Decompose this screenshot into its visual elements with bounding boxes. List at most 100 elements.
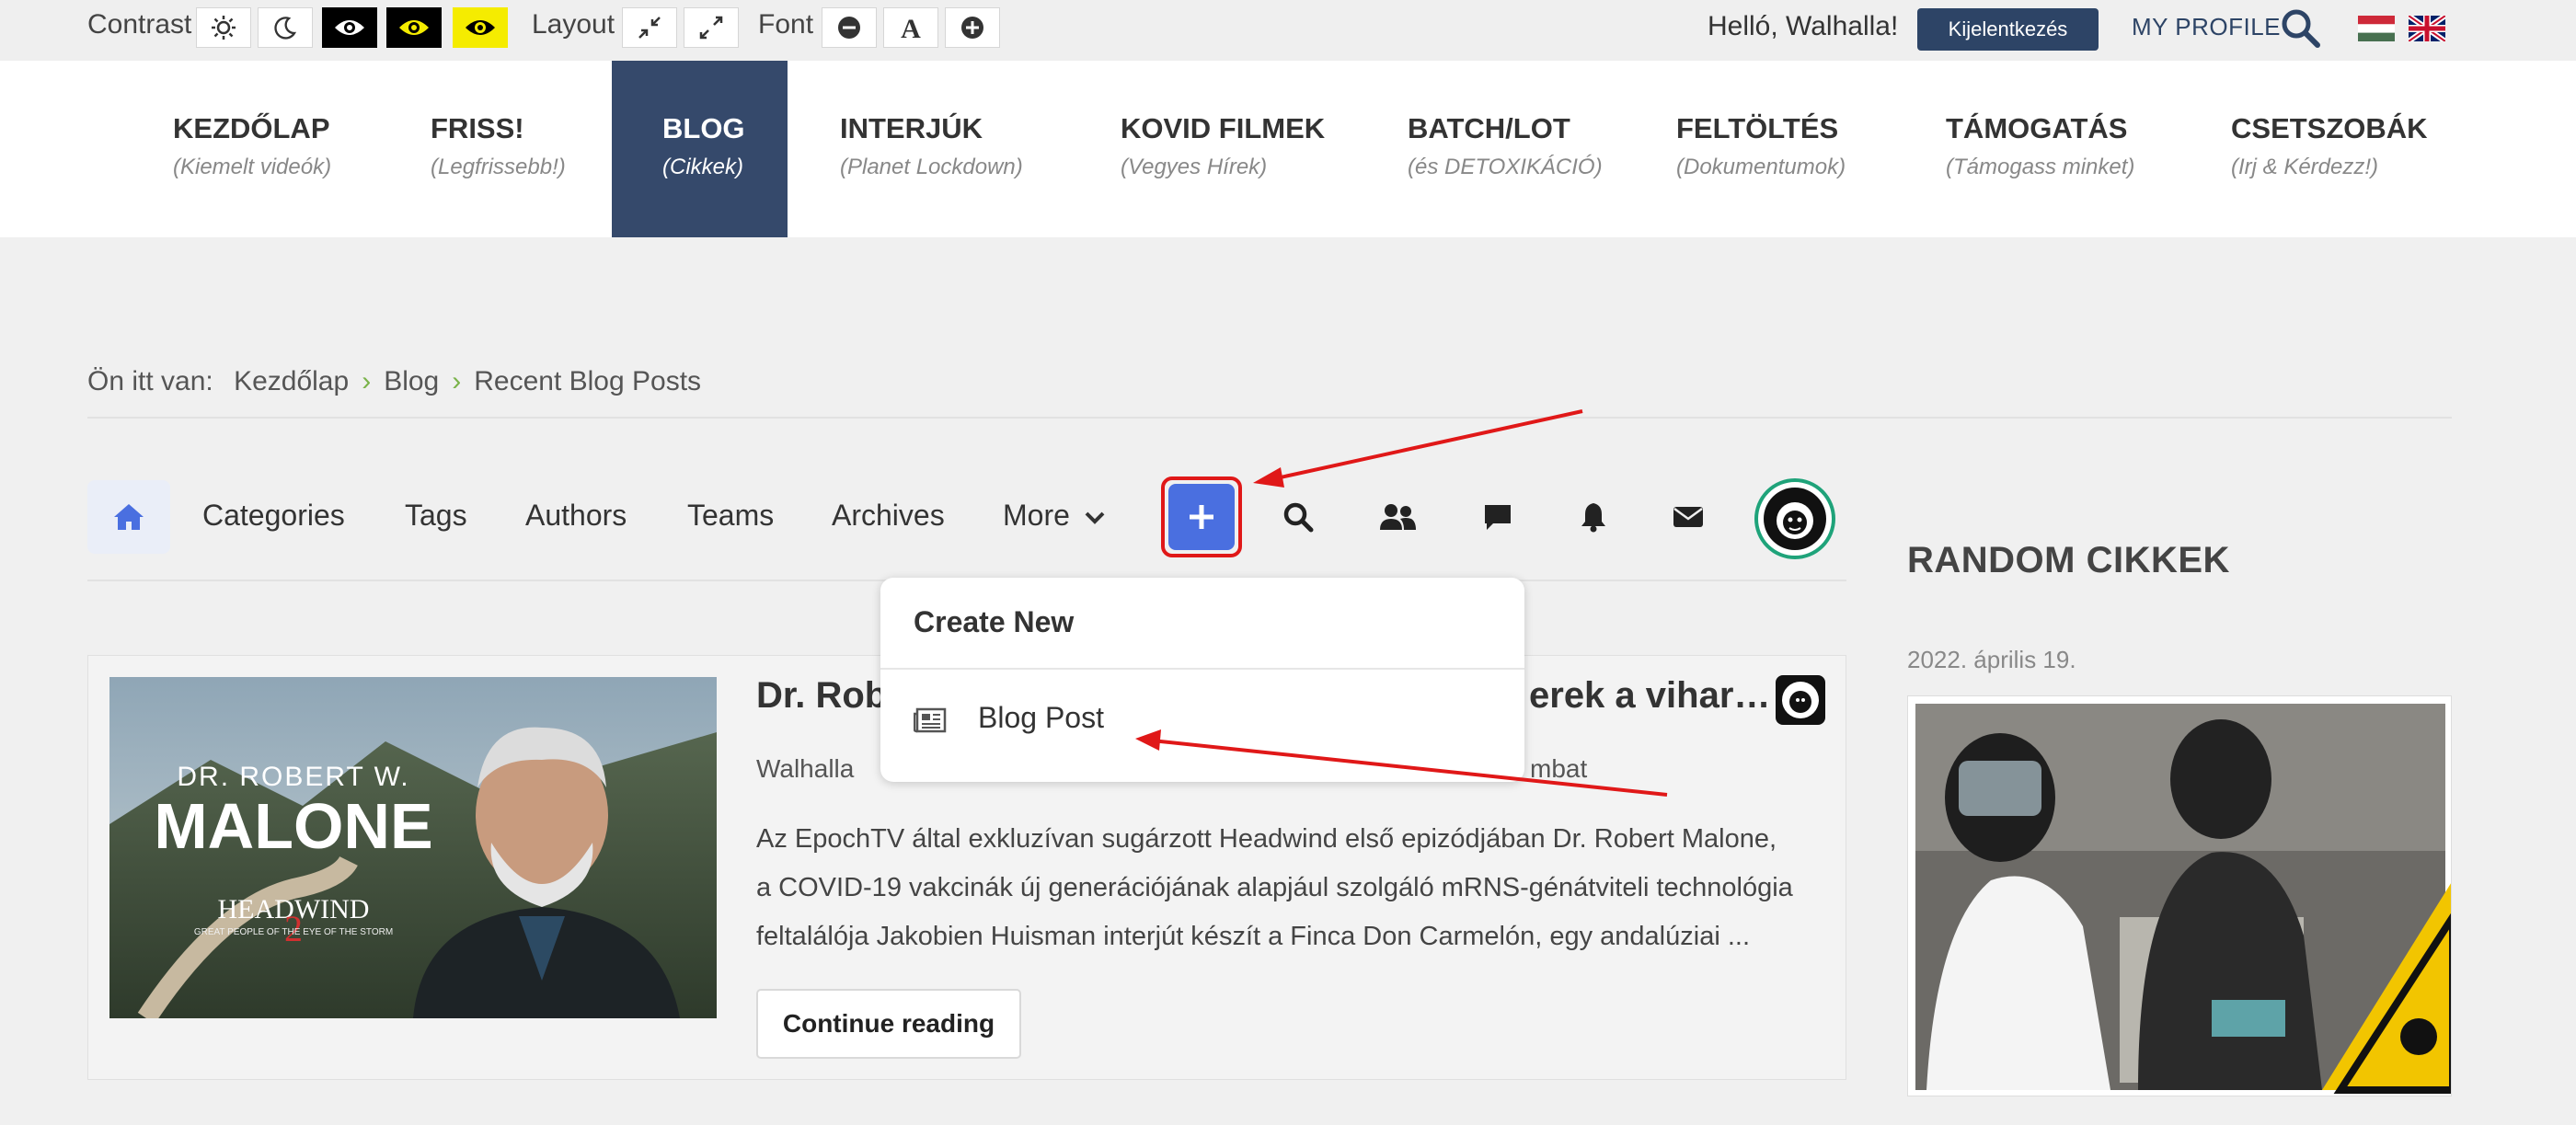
nav-item-blog[interactable]: BLOG (Cikkek): [612, 61, 788, 237]
moon-icon: [274, 17, 297, 40]
expand-icon: [699, 16, 723, 40]
nav-title: FRISS!: [431, 112, 524, 144]
avatar[interactable]: [1754, 478, 1835, 559]
nav-title: BLOG: [662, 112, 745, 144]
nav-item-csetszobak[interactable]: CSETSZOBÁK (Irj & Kérdezz!): [2231, 61, 2428, 237]
sidebar-article-image[interactable]: [1907, 695, 2452, 1096]
hungarian-flag-icon[interactable]: [2358, 16, 2395, 46]
logout-button[interactable]: Kijelentkezés: [1917, 8, 2099, 51]
minus-circle-icon: [838, 17, 860, 39]
post-author[interactable]: Walhalla: [756, 754, 854, 784]
chevron-down-icon: [1085, 511, 1105, 524]
nav-title: BATCH/LOT: [1408, 112, 1570, 144]
teams-link[interactable]: Teams: [687, 499, 774, 533]
nav-item-kovid-filmek[interactable]: KOVID FILMEK (Vegyes Hírek): [1121, 61, 1325, 237]
accessibility-toolbar: Contrast Layout Font A Helló, Walhalla! …: [0, 0, 2576, 61]
envelope-icon[interactable]: [1668, 497, 1708, 537]
increase-font-button[interactable]: [945, 7, 1000, 48]
sidebar-date: 2022. április 19.: [1907, 646, 2076, 673]
nav-title: FELTÖLTÉS: [1676, 112, 1839, 144]
post-meta[interactable]: mbat: [1530, 754, 1587, 784]
contrast-label: Contrast: [87, 9, 192, 40]
nav-title: KEZDŐLAP: [173, 112, 330, 144]
layout-label: Layout: [532, 9, 615, 40]
plus-circle-icon: [961, 17, 983, 39]
nav-item-interjuk[interactable]: INTERJÚK (Planet Lockdown): [840, 61, 1023, 237]
nav-subtitle: (Irj & Kérdezz!): [2231, 155, 2379, 179]
authors-link[interactable]: Authors: [525, 499, 627, 533]
nav-item-batch-lot[interactable]: BATCH/LOT (és DETOXIKÁCIÓ): [1408, 61, 1603, 237]
expand-layout-button[interactable]: [684, 7, 739, 48]
light-contrast-button[interactable]: [196, 7, 251, 48]
sidebar-title: RANDOM CIKKEK: [1907, 540, 2230, 580]
font-a-icon: A: [901, 14, 921, 41]
nav-subtitle: (Támogass minket): [1946, 155, 2135, 179]
thumbnail-name: MALONE: [154, 790, 433, 862]
greeting-text: Helló, Walhalla!: [1708, 11, 1899, 41]
yellow-on-black-button[interactable]: [386, 7, 442, 48]
eye-icon: [466, 20, 495, 35]
post-title-continued[interactable]: erek a vihar…: [1529, 675, 1770, 717]
nav-title: KOVID FILMEK: [1121, 112, 1326, 144]
nav-title: TÁMOGATÁS: [1946, 112, 2128, 144]
plus-icon: [1168, 484, 1235, 550]
high-contrast-button[interactable]: [322, 7, 377, 48]
thumbnail-name-top: DR. ROBERT W.: [177, 762, 410, 792]
nav-item-feltoltes[interactable]: FELTÖLTÉS (Dokumentumok): [1676, 61, 1846, 237]
nav-item-friss[interactable]: FRISS! (Legfrissebb!): [431, 61, 566, 237]
search-icon[interactable]: [1278, 497, 1318, 537]
nav-subtitle: (és DETOXIKÁCIÓ): [1408, 155, 1603, 179]
archives-link[interactable]: Archives: [832, 499, 945, 533]
eye-icon: [335, 20, 364, 35]
nav-item-tamogatas[interactable]: TÁMOGATÁS (Támogass minket): [1946, 61, 2134, 237]
nav-item-kezdolap[interactable]: KEZDŐLAP (Kiemelt videók): [173, 61, 331, 237]
nav-subtitle: (Legfrissebb!): [431, 155, 566, 179]
uk-flag-icon[interactable]: [2407, 13, 2447, 46]
lion-avatar-icon: [1764, 488, 1826, 550]
users-icon[interactable]: [1377, 497, 1418, 537]
nav-subtitle: (Dokumentumok): [1676, 155, 1846, 179]
home-icon: [114, 504, 144, 530]
divider: [880, 668, 1524, 670]
nav-title: CSETSZOBÁK: [2231, 112, 2428, 144]
breadcrumb: Ön itt van: Kezdőlap › Blog › Recent Blog Po…: [87, 366, 701, 397]
breadcrumb-item-blog[interactable]: Blog: [384, 366, 439, 396]
author-avatar[interactable]: [1776, 675, 1825, 725]
chevron-right-icon: ›: [452, 366, 462, 396]
categories-link[interactable]: Categories: [202, 499, 345, 533]
font-label: Font: [758, 9, 814, 40]
eye-icon: [399, 20, 429, 35]
chevron-right-icon: ›: [362, 366, 372, 396]
nav-title: INTERJÚK: [840, 112, 983, 144]
create-blog-post-item[interactable]: Blog Post: [880, 688, 1524, 754]
reset-font-button[interactable]: A: [883, 7, 938, 48]
search-icon[interactable]: [2280, 7, 2320, 52]
create-new-button[interactable]: [1161, 476, 1242, 557]
blog-home-button[interactable]: [87, 480, 170, 554]
dark-contrast-button[interactable]: [258, 7, 313, 48]
thumbnail-tagline: GREAT PEOPLE OF THE EYE OF THE STORM: [193, 927, 394, 937]
continue-reading-button[interactable]: Continue reading: [756, 989, 1021, 1059]
tags-link[interactable]: Tags: [405, 499, 467, 533]
decrease-font-button[interactable]: [822, 7, 877, 48]
post-thumbnail[interactable]: DR. ROBERT W. MALONE HEADWIND 2 GREAT PE…: [109, 677, 717, 1018]
nav-subtitle: (Vegyes Hírek): [1121, 155, 1268, 179]
breadcrumb-item-home[interactable]: Kezdőlap: [234, 366, 349, 396]
nav-subtitle: (Planet Lockdown): [840, 155, 1023, 179]
newspaper-icon: [914, 707, 947, 733]
more-label: More: [1003, 499, 1070, 532]
my-profile-link[interactable]: MY PROFILE: [2132, 13, 2281, 41]
main-navigation: KEZDŐLAP (Kiemelt videók) FRISS! (Legfri…: [0, 61, 2576, 237]
comment-icon[interactable]: [1478, 497, 1518, 537]
compress-icon: [638, 17, 661, 39]
bell-icon[interactable]: [1573, 497, 1614, 537]
compress-layout-button[interactable]: [622, 7, 677, 48]
svg-text:A: A: [901, 14, 921, 41]
lion-avatar-icon: [1782, 682, 1819, 718]
more-dropdown[interactable]: More: [1003, 499, 1106, 533]
dropdown-header: Create New: [914, 605, 1075, 638]
black-on-yellow-button[interactable]: [453, 7, 508, 48]
post-title[interactable]: Dr. Rob: [756, 675, 887, 717]
sun-icon: [212, 16, 236, 40]
post-excerpt: Az EpochTV által exkluzívan sugárzott He…: [756, 824, 1793, 951]
